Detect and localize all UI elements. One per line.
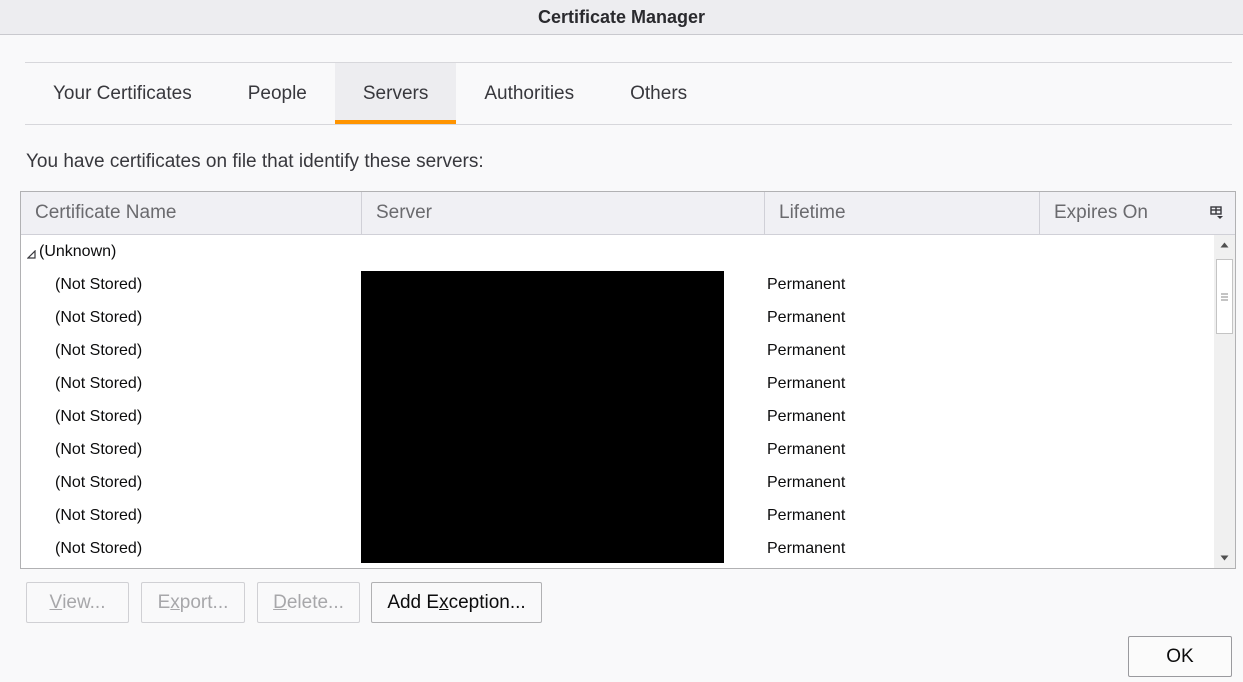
- column-label: Certificate Name: [35, 202, 177, 223]
- cell-lifetime: Permanent: [767, 540, 846, 557]
- certificate-tree[interactable]: Certificate Name Server Lifetime Expires…: [20, 191, 1236, 569]
- cell-lifetime: Permanent: [767, 375, 846, 392]
- column-label: Expires On: [1054, 202, 1148, 223]
- column-label: Server: [376, 202, 432, 223]
- tab-label: People: [247, 82, 307, 104]
- cell-certificate-name: (Not Stored): [55, 342, 143, 359]
- button-label-part: port...: [179, 591, 229, 613]
- button-label-part: ception...: [448, 591, 526, 613]
- cell-certificate-name: (Not Stored): [55, 507, 143, 524]
- column-header-lifetime[interactable]: Lifetime: [764, 192, 1039, 234]
- button-label-part: E: [157, 591, 171, 613]
- vertical-scrollbar[interactable]: [1214, 235, 1235, 568]
- scroll-up-arrow-icon[interactable]: [1214, 235, 1235, 255]
- cell-lifetime: Permanent: [767, 441, 846, 458]
- column-header-server[interactable]: Server: [361, 192, 764, 234]
- button-label-part: Add E: [387, 591, 440, 613]
- cell-certificate-name: (Not Stored): [55, 276, 143, 293]
- access-key: x: [170, 591, 180, 613]
- tab-people[interactable]: People: [220, 63, 335, 124]
- cell-lifetime: Permanent: [767, 408, 846, 425]
- cell-lifetime: Permanent: [767, 342, 846, 359]
- cell-lifetime: Permanent: [767, 309, 846, 326]
- export-button[interactable]: Ex port...: [141, 582, 245, 623]
- cell-certificate-name: (Not Stored): [55, 441, 143, 458]
- access-key: V: [49, 591, 63, 613]
- tree-group-unknown[interactable]: (Unknown): [21, 235, 1214, 268]
- cell-certificate-name: (Not Stored): [55, 540, 143, 557]
- column-header-expires-on[interactable]: Expires On: [1039, 192, 1199, 234]
- cell-certificate-name: (Not Stored): [55, 408, 143, 425]
- cell-lifetime: Permanent: [767, 507, 846, 524]
- servers-description: You have certificates on file that ident…: [26, 151, 484, 172]
- ok-button[interactable]: OK: [1128, 636, 1232, 677]
- tab-label: Your Certificates: [53, 82, 192, 104]
- tab-others[interactable]: Others: [602, 63, 715, 124]
- tab-label: Servers: [362, 82, 429, 104]
- window-titlebar: Certificate Manager: [0, 0, 1243, 35]
- grip-icon: [1221, 293, 1228, 300]
- tab-your-certificates[interactable]: Your Certificates: [25, 63, 220, 124]
- tab-servers[interactable]: Servers: [334, 63, 457, 124]
- window-title: Certificate Manager: [537, 6, 706, 27]
- cell-certificate-name: (Not Stored): [55, 375, 143, 392]
- scroll-down-arrow-icon[interactable]: [1214, 548, 1235, 568]
- column-label: Lifetime: [779, 202, 846, 223]
- access-key: x: [439, 591, 449, 613]
- column-header-certificate-name[interactable]: Certificate Name: [21, 192, 361, 234]
- tab-authorities[interactable]: Authorities: [456, 63, 602, 124]
- twisty-expanded-icon[interactable]: [26, 246, 36, 264]
- cell-certificate-name: (Not Stored): [55, 474, 143, 491]
- column-picker-icon[interactable]: [1199, 192, 1235, 234]
- delete-button[interactable]: Delete...: [257, 582, 360, 623]
- access-key: D: [273, 591, 287, 613]
- server-column-redaction: [361, 271, 724, 563]
- button-label: OK: [1166, 645, 1194, 667]
- view-button[interactable]: View...: [26, 582, 129, 623]
- tree-header: Certificate Name Server Lifetime Expires…: [21, 192, 1235, 235]
- add-exception-button[interactable]: Add Ex ception...: [371, 582, 542, 623]
- tab-label: Authorities: [484, 82, 575, 104]
- group-label: (Unknown): [39, 243, 117, 260]
- tab-strip: Your Certificates People Servers Authori…: [25, 63, 1232, 125]
- cell-lifetime: Permanent: [767, 474, 846, 491]
- cell-certificate-name: (Not Stored): [55, 309, 143, 326]
- button-label-part: elete...: [286, 591, 344, 613]
- cell-lifetime: Permanent: [767, 276, 846, 293]
- button-label-part: iew...: [62, 591, 106, 613]
- scrollbar-thumb[interactable]: [1216, 259, 1233, 334]
- tab-label: Others: [630, 82, 688, 104]
